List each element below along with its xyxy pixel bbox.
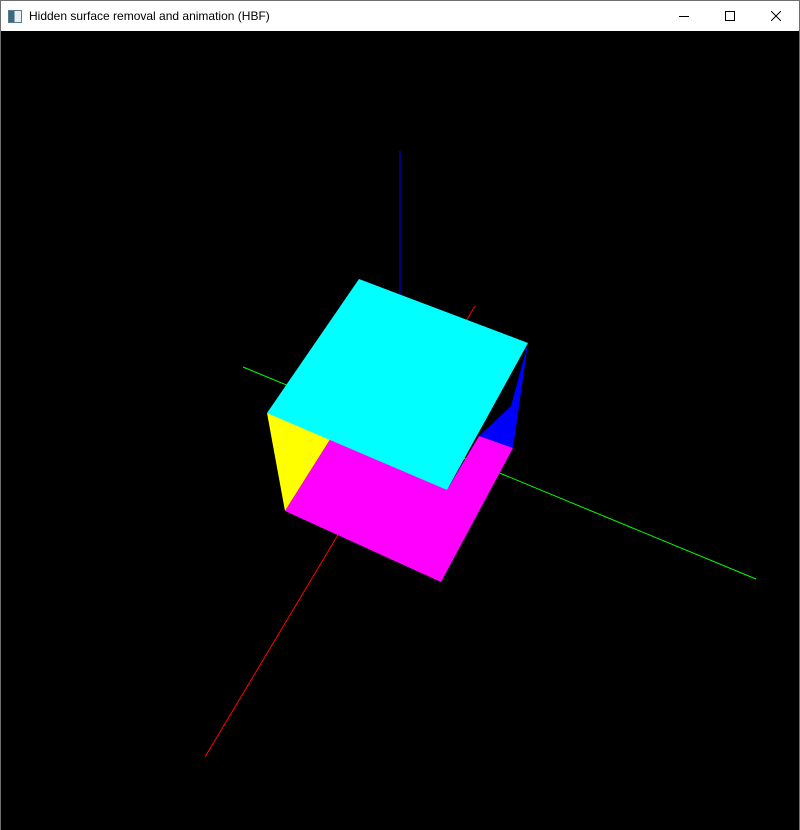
window-title: Hidden surface removal and animation (HB… [29, 9, 270, 23]
app-window-icon [8, 9, 22, 23]
minimize-button[interactable] [661, 1, 707, 31]
maximize-button[interactable] [707, 1, 753, 31]
window-controls [661, 1, 799, 31]
title-bar[interactable]: Hidden surface removal and animation (HB… [1, 1, 799, 31]
minimize-icon [679, 16, 689, 17]
opengl-viewport[interactable] [1, 31, 799, 830]
close-icon [771, 11, 781, 21]
app-window: Hidden surface removal and animation (HB… [0, 0, 800, 830]
close-button[interactable] [753, 1, 799, 31]
maximize-icon [725, 11, 735, 21]
scene-canvas [204, 151, 757, 758]
